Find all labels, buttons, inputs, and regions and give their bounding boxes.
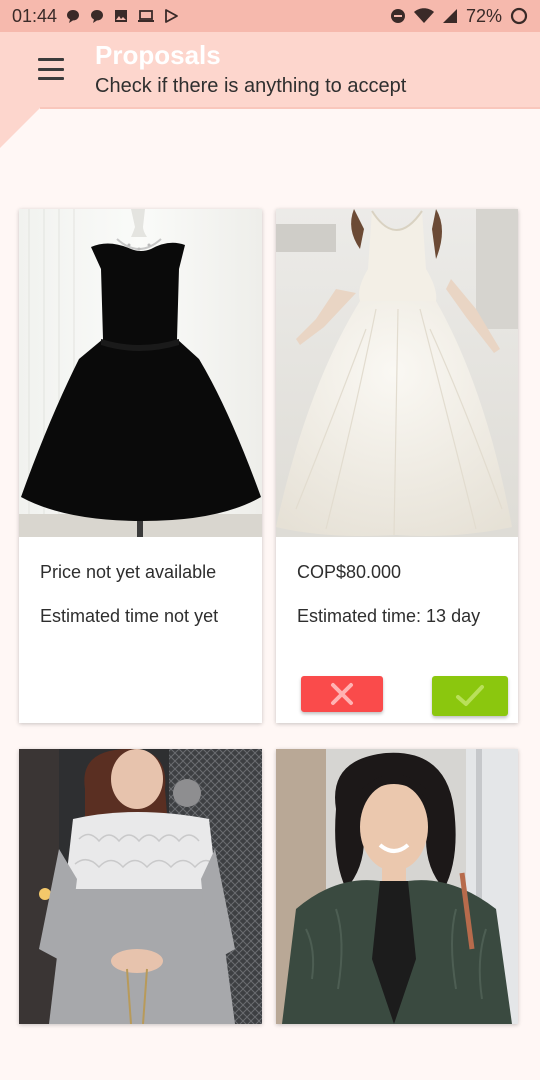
reject-button[interactable] xyxy=(301,676,383,712)
play-store-icon xyxy=(165,9,178,23)
do-not-disturb-icon xyxy=(390,9,405,23)
header-notch xyxy=(0,108,40,148)
signal-icon xyxy=(442,9,457,23)
check-icon xyxy=(456,685,484,706)
battery-level: 72% xyxy=(465,5,502,26)
close-icon xyxy=(331,683,353,705)
header-divider xyxy=(40,107,540,109)
battery-ring-icon xyxy=(510,7,528,25)
price-text: COP$80.000 xyxy=(297,562,402,582)
estimated-time-text: Estimated time not yet xyxy=(40,606,219,626)
accept-button[interactable] xyxy=(432,676,508,716)
proposal-card[interactable] xyxy=(19,749,262,1024)
laptop-icon xyxy=(138,10,155,22)
menu-icon[interactable] xyxy=(38,58,66,80)
status-bar: 01:44 72% xyxy=(0,0,540,32)
price-text: Price not yet available xyxy=(40,562,217,582)
proposal-card[interactable] xyxy=(276,749,518,1024)
proposal-card[interactable]: Price not yet available Estimated time n… xyxy=(19,209,262,723)
proposal-card[interactable]: COP$80.000 Estimated time: 13 day xyxy=(276,209,518,723)
page-subtitle: Check if there is anything to accept xyxy=(95,75,407,97)
white-wedding-dress-photo xyxy=(276,209,518,537)
status-time: 01:44 xyxy=(12,5,58,26)
image-icon xyxy=(115,10,128,22)
chat-bubble-icon xyxy=(67,10,80,23)
page-title: Proposals xyxy=(95,40,221,70)
wifi-icon xyxy=(413,8,434,23)
chat-bubble-icon xyxy=(91,10,104,23)
estimated-time-text: Estimated time: 13 day xyxy=(297,606,481,626)
black-dress-photo xyxy=(19,209,262,537)
green-coat-woman-photo xyxy=(276,749,518,1024)
grey-lace-dress-photo xyxy=(19,749,262,1024)
